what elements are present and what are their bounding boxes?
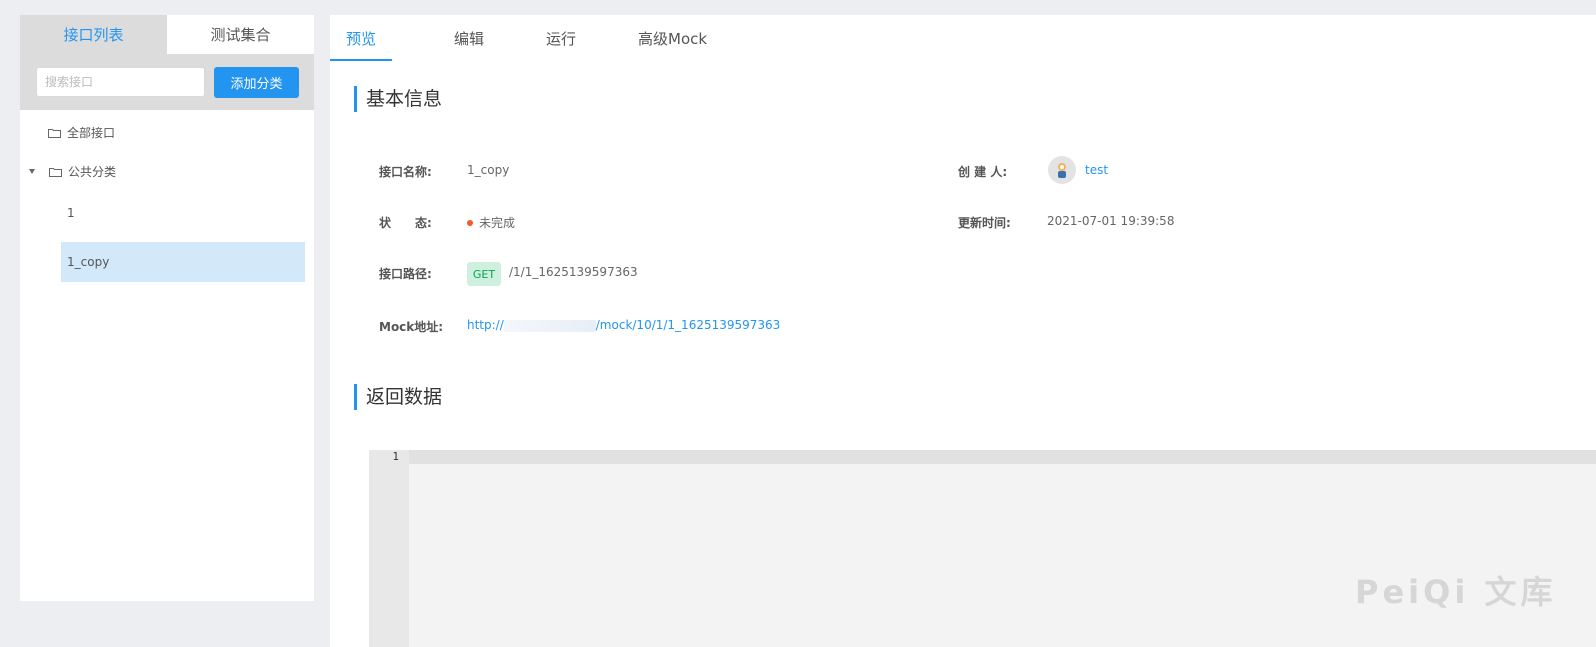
response-code-editor[interactable]: 1 [369, 450, 1596, 647]
user-avatar-icon [1058, 163, 1066, 178]
tree-leaf-api-1-copy[interactable]: 1_copy [61, 242, 305, 282]
line-number: 1 [392, 450, 399, 463]
tree-item-all-apis[interactable]: 全部接口 [48, 124, 115, 141]
api-name-value: 1_copy [467, 163, 510, 177]
tab-test-collection[interactable]: 测试集合 [167, 15, 314, 54]
caret-down-icon[interactable] [29, 169, 35, 174]
watermark: PeiQi 文库 [1355, 573, 1557, 611]
tree-item-public-category[interactable]: 公共分类 [29, 163, 116, 180]
updated-time-value: 2021-07-01 19:39:58 [1047, 214, 1175, 228]
sidebar-toolbar: 添加分类 [20, 54, 314, 110]
mock-address-label: Mock地址: [379, 320, 444, 334]
api-name-label: 接口名称: [379, 165, 432, 179]
sidebar-tabs: 接口列表 测试集合 [20, 15, 314, 54]
editor-gutter [369, 450, 409, 647]
tree-leaf-label: 1 [67, 206, 75, 220]
tab-preview[interactable]: 预览 [330, 15, 393, 61]
status-value: 未完成 [467, 214, 515, 231]
tab-edit[interactable]: 编辑 [438, 15, 500, 61]
updated-time-label: 更新时间: [958, 216, 1011, 230]
section-title-basic-info: 基本信息 [354, 86, 442, 112]
editor-active-line [409, 450, 1596, 464]
mock-url-suffix: /mock/10/1/1_1625139597363 [595, 318, 781, 332]
redacted-host [503, 319, 596, 332]
section-title-response-data: 返回数据 [354, 384, 442, 410]
folder-icon [48, 128, 61, 138]
mock-address-link[interactable]: http:// /mock/10/1/1_1625139597363 [467, 318, 780, 332]
search-api-input[interactable] [36, 67, 205, 97]
api-sidebar: 接口列表 测试集合 添加分类 全部接口 公共分类 1 1_copy [20, 15, 314, 601]
tree-item-label: 全部接口 [67, 126, 116, 140]
status-label: 状 态: [379, 216, 432, 230]
api-detail-panel: 预览 编辑 运行 高级Mock 基本信息 接口名称: 1_copy 创 建 人:… [330, 15, 1596, 647]
creator-link[interactable]: test [1085, 163, 1108, 177]
avatar[interactable] [1048, 156, 1076, 184]
folder-open-icon [49, 167, 62, 177]
tree-leaf-label: 1_copy [67, 255, 110, 269]
tree-item-label: 公共分类 [68, 165, 117, 179]
mock-url-prefix: http:// [467, 318, 504, 332]
api-path-label: 接口路径: [379, 267, 432, 281]
status-dot-icon [467, 219, 473, 226]
tree-leaf-api-1[interactable]: 1 [61, 193, 305, 233]
detail-tabs: 预览 编辑 运行 高级Mock [330, 15, 723, 61]
method-badge: GET [467, 262, 501, 286]
tab-api-list[interactable]: 接口列表 [20, 15, 167, 54]
status-text: 未完成 [479, 216, 516, 230]
tab-run[interactable]: 运行 [530, 15, 592, 61]
tab-advanced-mock[interactable]: 高级Mock [622, 15, 723, 61]
creator-label: 创 建 人: [958, 165, 1008, 179]
add-category-button[interactable]: 添加分类 [214, 66, 299, 98]
api-path-value: /1/1_1625139597363 [509, 265, 638, 279]
